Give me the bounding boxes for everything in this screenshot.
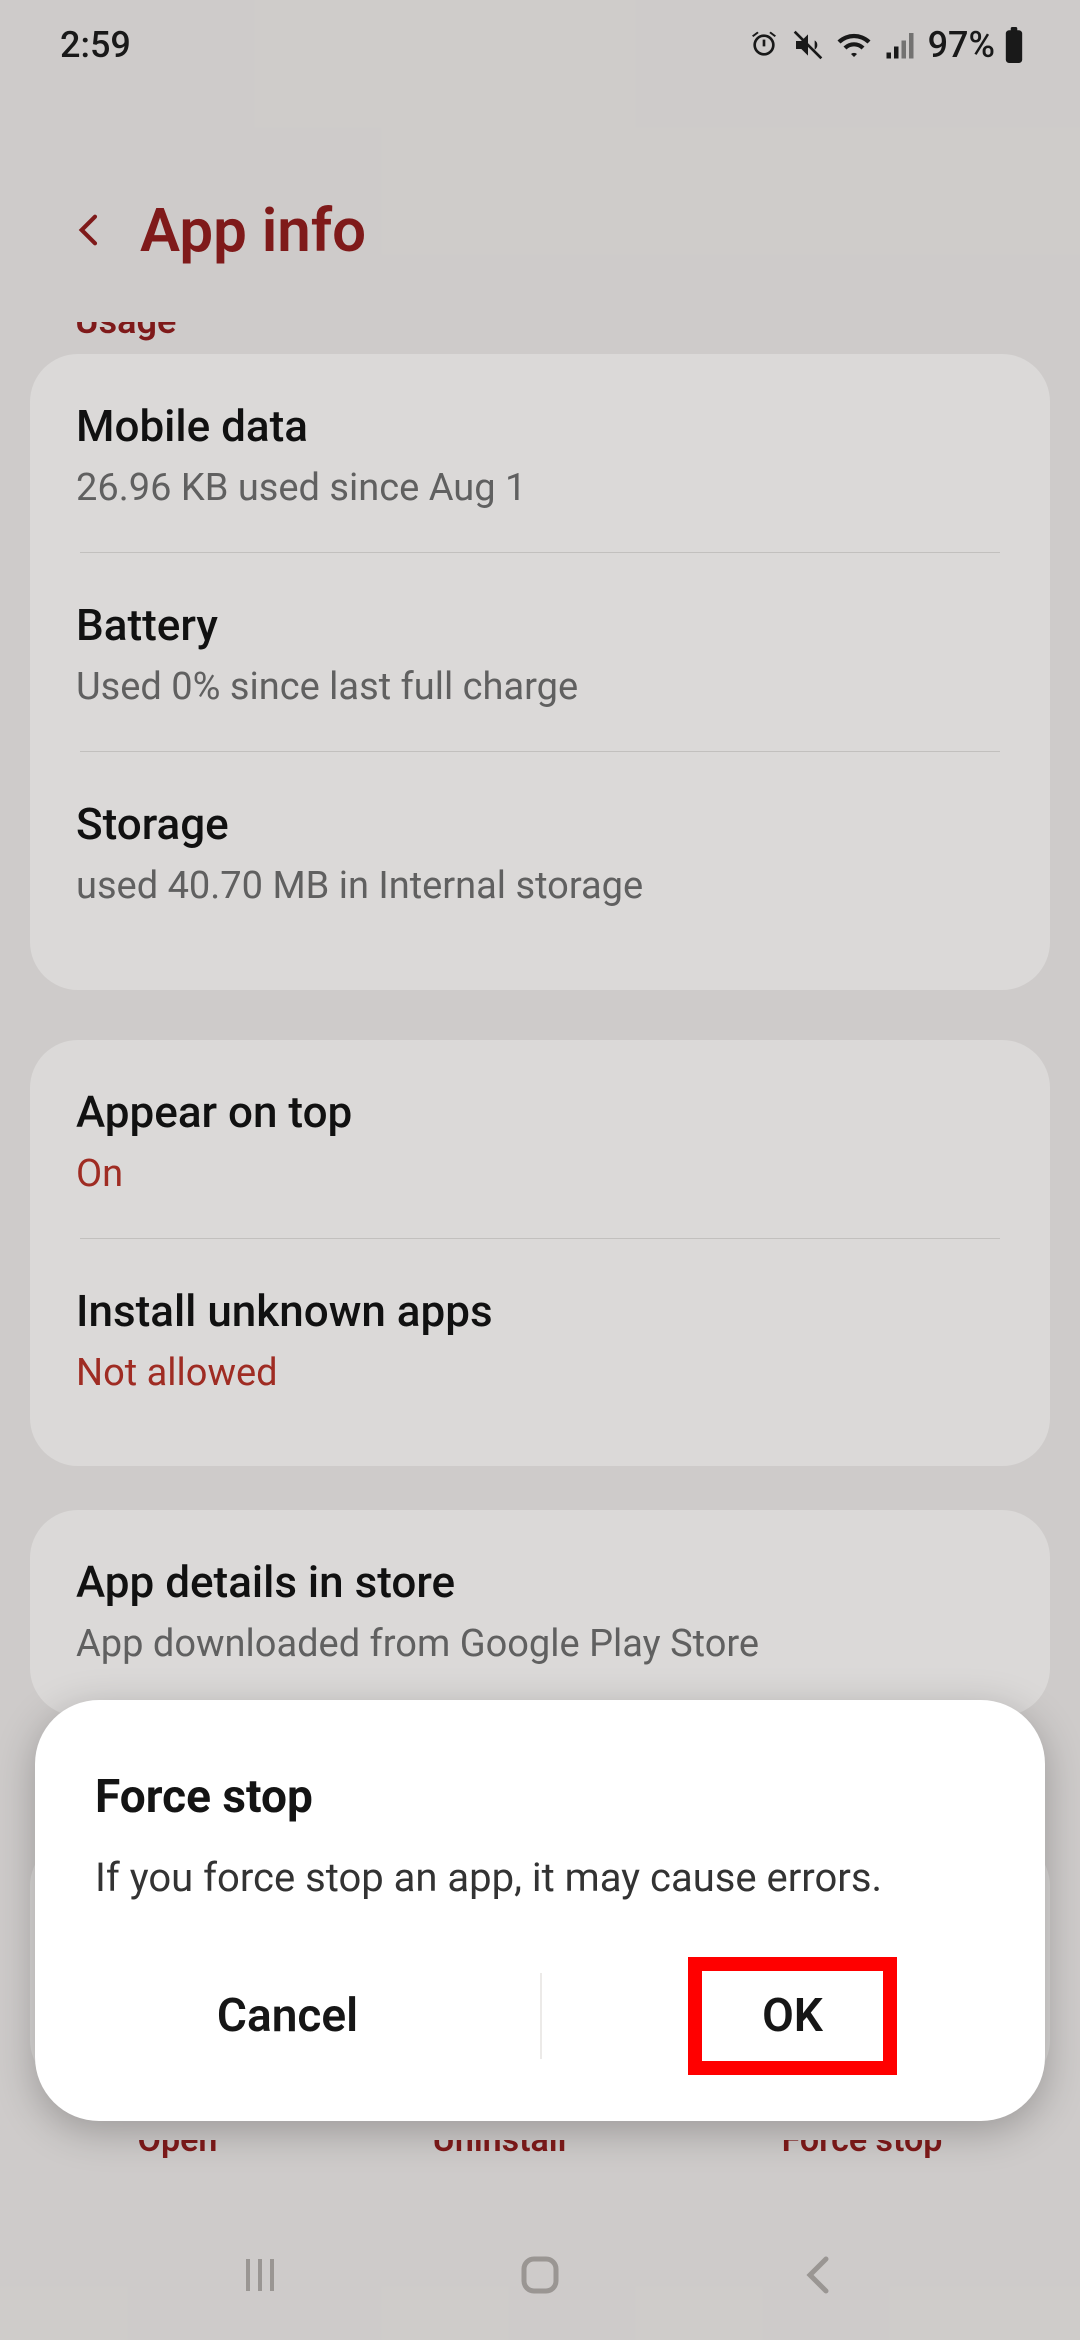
row-title: Battery xyxy=(76,599,1000,651)
back-nav-button[interactable] xyxy=(796,2251,844,2299)
battery-percent: 97% xyxy=(928,24,995,66)
button-divider xyxy=(540,1973,542,2059)
chevron-left-icon xyxy=(796,2251,844,2299)
app-bar: App info xyxy=(0,160,1080,300)
signal-icon xyxy=(884,30,916,60)
store-card: App details in store App downloaded from… xyxy=(30,1510,1050,1716)
home-icon xyxy=(516,2251,564,2299)
row-subtitle: 26.96 KB used since Aug 1 xyxy=(76,466,1000,510)
force-stop-dialog: Force stop If you force stop an app, it … xyxy=(35,1700,1045,2121)
permissions-card: Appear on top On Install unknown apps No… xyxy=(30,1040,1050,1466)
action-open[interactable]: Open xyxy=(138,2120,218,2160)
back-button[interactable] xyxy=(70,210,110,250)
alarm-icon xyxy=(748,29,780,61)
action-uninstall[interactable]: Uninstall xyxy=(433,2120,567,2160)
row-mobile-data[interactable]: Mobile data 26.96 KB used since Aug 1 xyxy=(30,354,1050,552)
row-app-details-in-store[interactable]: App details in store App downloaded from… xyxy=(30,1510,1050,1708)
row-battery[interactable]: Battery Used 0% since last full charge xyxy=(30,553,1050,751)
row-title: Install unknown apps xyxy=(76,1285,1000,1337)
section-label-usage: Usage xyxy=(75,300,176,342)
row-subtitle: App downloaded from Google Play Store xyxy=(76,1622,1000,1666)
bottom-action-bar: Open Uninstall Force stop xyxy=(30,2120,1050,2170)
row-subtitle: used 40.70 MB in Internal storage xyxy=(76,864,1000,908)
status-icons: 97% xyxy=(748,24,1025,66)
dialog-body: If you force stop an app, it may cause e… xyxy=(35,1854,1045,1961)
row-appear-on-top[interactable]: Appear on top On xyxy=(30,1040,1050,1238)
chevron-left-icon xyxy=(70,210,110,250)
page-title: App info xyxy=(140,195,366,266)
status-bar: 2:59 97% xyxy=(0,0,1080,90)
cancel-button[interactable]: Cancel xyxy=(55,1989,520,2043)
dialog-title: Force stop xyxy=(35,1770,1045,1854)
row-subtitle: Used 0% since last full charge xyxy=(76,665,1000,709)
battery-icon xyxy=(1003,27,1025,63)
ok-highlight-box: OK xyxy=(688,1957,897,2075)
recents-icon xyxy=(236,2251,284,2299)
ok-button[interactable]: OK xyxy=(560,1957,1025,2075)
wifi-icon xyxy=(836,30,872,60)
row-title: Storage xyxy=(76,798,1000,850)
row-subtitle: On xyxy=(76,1152,1000,1196)
status-time: 2:59 xyxy=(60,24,131,66)
home-button[interactable] xyxy=(516,2251,564,2299)
row-subtitle: Not allowed xyxy=(76,1351,1000,1395)
recents-button[interactable] xyxy=(236,2251,284,2299)
system-nav-bar xyxy=(0,2210,1080,2340)
row-storage[interactable]: Storage used 40.70 MB in Internal storag… xyxy=(30,752,1050,950)
row-title: Mobile data xyxy=(76,400,1000,452)
row-install-unknown-apps[interactable]: Install unknown apps Not allowed xyxy=(30,1239,1050,1437)
row-title: App details in store xyxy=(76,1556,1000,1608)
mute-icon xyxy=(792,29,824,61)
row-title: Appear on top xyxy=(76,1086,1000,1138)
action-force-stop[interactable]: Force stop xyxy=(782,2120,943,2160)
usage-card: Mobile data 26.96 KB used since Aug 1 Ba… xyxy=(30,354,1050,990)
